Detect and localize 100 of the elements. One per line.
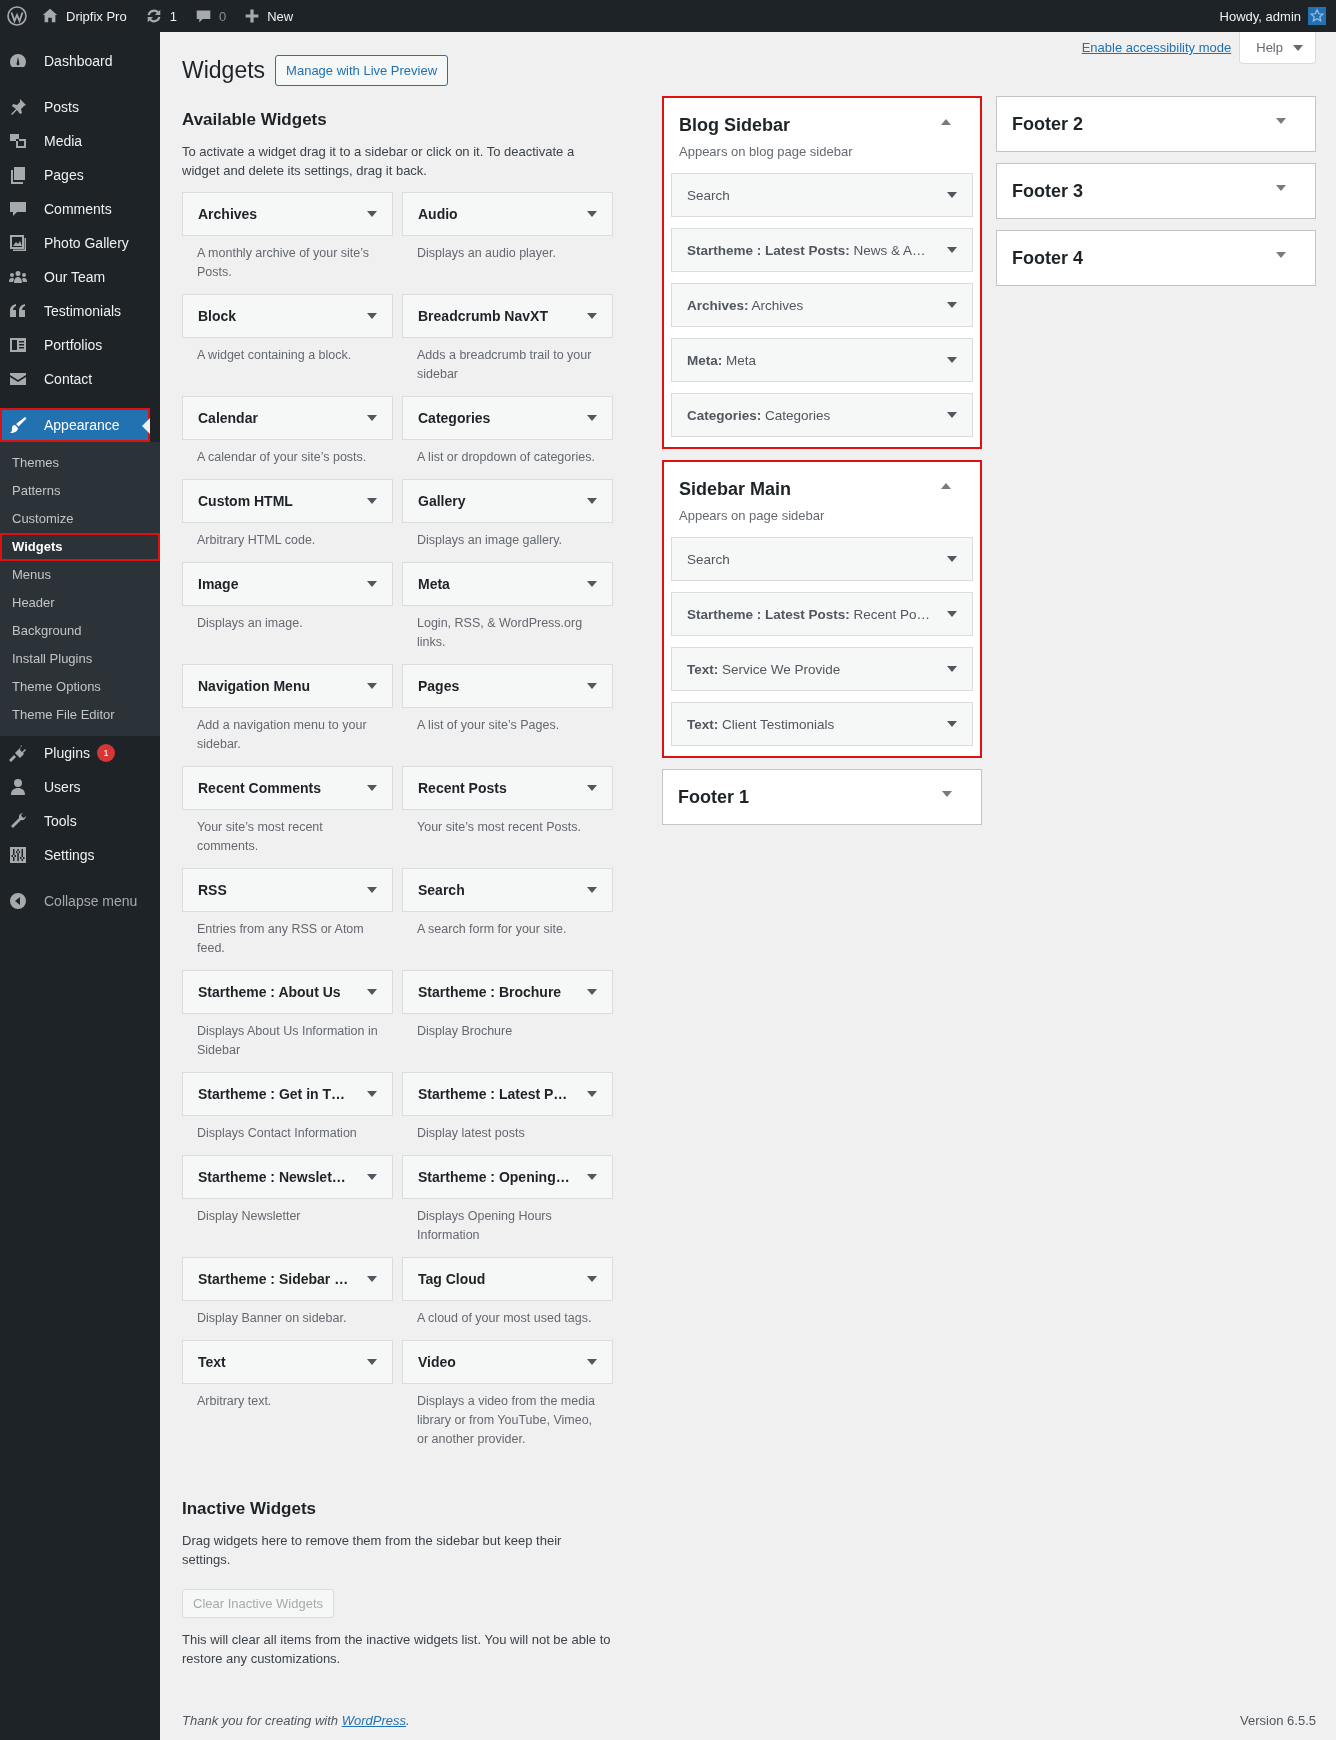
widget-item[interactable]: Startheme : Get in T… bbox=[182, 1072, 393, 1116]
widget-item[interactable]: Image bbox=[182, 562, 393, 606]
widget-description: Adds a breadcrumb trail to your sidebar bbox=[416, 347, 593, 383]
caret-down-icon[interactable] bbox=[1276, 252, 1286, 258]
widget-item[interactable]: Archives bbox=[182, 192, 393, 236]
widget-item[interactable]: Custom HTML bbox=[182, 479, 393, 523]
widget-name: Startheme : Sidebar … bbox=[198, 1271, 349, 1287]
caret-down-icon[interactable] bbox=[1276, 118, 1286, 124]
menu-item[interactable]: Photo Gallery bbox=[0, 226, 160, 260]
menu-item[interactable]: Dashboard bbox=[0, 44, 160, 78]
menu-item[interactable]: Media bbox=[0, 124, 160, 158]
widget-name: Navigation Menu bbox=[198, 678, 310, 694]
caret-up-icon[interactable] bbox=[941, 483, 951, 489]
widget-item[interactable]: Meta bbox=[402, 562, 613, 606]
widget-item[interactable]: Text: Service We Provide bbox=[671, 647, 973, 691]
submenu-item[interactable]: Customize bbox=[0, 505, 160, 533]
menu-item[interactable]: Settings bbox=[0, 838, 160, 872]
widget-name: Startheme : Newslet… bbox=[198, 1169, 346, 1185]
caret-icon bbox=[587, 989, 597, 995]
caret-icon bbox=[367, 989, 377, 995]
widget-item[interactable]: Pages bbox=[402, 664, 613, 708]
submenu-item[interactable]: Background bbox=[0, 617, 160, 645]
caret-up-icon[interactable] bbox=[941, 119, 951, 125]
menu-item[interactable]: Appearance bbox=[0, 408, 150, 442]
menu-item[interactable]: Contact bbox=[0, 362, 160, 396]
help-tab[interactable]: Help bbox=[1239, 32, 1316, 64]
widget-item[interactable]: Tag Cloud bbox=[402, 1257, 613, 1301]
widget-description: Displays Opening Hours Information bbox=[416, 1208, 553, 1244]
menu-item[interactable]: Our Team bbox=[0, 260, 160, 294]
submenu-item[interactable]: Themes bbox=[0, 449, 160, 477]
clear-note: This will clear all items from the inactive widgets list. You will not be able to restore any customizations. bbox=[182, 1631, 612, 1668]
widget-item[interactable]: Startheme : Latest Posts: Recent Po… bbox=[671, 592, 973, 636]
menu-item[interactable]: Pages bbox=[0, 158, 160, 192]
caret-icon bbox=[947, 611, 957, 617]
widget-item[interactable]: Startheme : Opening… bbox=[402, 1155, 613, 1199]
widget-item[interactable]: Categories: Categories bbox=[671, 393, 973, 437]
widget-item[interactable]: Categories bbox=[402, 396, 613, 440]
live-preview-button[interactable]: Manage with Live Preview bbox=[275, 55, 449, 86]
widget-item[interactable]: Text bbox=[182, 1340, 393, 1384]
updates-link[interactable]: 1 bbox=[144, 7, 177, 25]
submenu-item[interactable]: Theme File Editor bbox=[0, 701, 160, 729]
widget-item[interactable]: Startheme : Latest P… bbox=[402, 1072, 613, 1116]
logo-icon[interactable] bbox=[7, 6, 27, 26]
widget-item[interactable]: Startheme : About Us bbox=[182, 970, 393, 1014]
submenu-item[interactable]: Install Plugins bbox=[0, 645, 160, 673]
sliders-icon bbox=[8, 845, 28, 865]
menu-item[interactable]: Plugins 1 bbox=[0, 736, 160, 770]
menu-item[interactable]: Comments bbox=[0, 192, 160, 226]
widget-item[interactable]: Video bbox=[402, 1340, 613, 1384]
widget-name: Text: Service We Provide bbox=[687, 661, 841, 677]
widget-item[interactable]: Navigation Menu bbox=[182, 664, 393, 708]
widget-name: Startheme : Brochure bbox=[418, 984, 562, 1000]
greeting: Howdy, admin bbox=[1219, 8, 1301, 24]
widget-item[interactable]: Block bbox=[182, 294, 393, 338]
caret-down-icon[interactable] bbox=[942, 791, 952, 797]
widget-description: Displays an audio player. bbox=[416, 245, 557, 262]
account-link[interactable]: Howdy, admin bbox=[1219, 7, 1326, 25]
submenu-item[interactable]: Menus bbox=[0, 561, 160, 589]
new-link[interactable]: New bbox=[244, 8, 294, 24]
wordpress-link[interactable]: WordPress bbox=[341, 1713, 406, 1728]
widget-item[interactable]: Breadcrumb NavXT bbox=[402, 294, 613, 338]
widget-item[interactable]: Search bbox=[671, 173, 973, 217]
home-icon bbox=[41, 7, 59, 25]
site-name-link[interactable]: Dripfix Pro bbox=[41, 7, 127, 25]
menu-item[interactable]: Testimonials bbox=[0, 294, 160, 328]
caret-icon bbox=[367, 887, 377, 893]
widget-item[interactable]: RSS bbox=[182, 868, 393, 912]
comments-link[interactable]: 0 bbox=[194, 7, 227, 25]
widget-item[interactable]: Startheme : Newslet… bbox=[182, 1155, 393, 1199]
widget-item[interactable]: Recent Comments bbox=[182, 766, 393, 810]
widget-description: A search form for your site. bbox=[416, 921, 568, 938]
menu-item[interactable]: Users bbox=[0, 770, 160, 804]
widget-item[interactable]: Archives: Archives bbox=[671, 283, 973, 327]
widget-item[interactable]: Audio bbox=[402, 192, 613, 236]
caret-icon bbox=[947, 302, 957, 308]
widget-item[interactable]: Startheme : Latest Posts: News & A… bbox=[671, 228, 973, 272]
widget-item[interactable]: Text: Client Testimonials bbox=[671, 702, 973, 746]
widget-item[interactable]: Startheme : Sidebar … bbox=[182, 1257, 393, 1301]
menu-item[interactable]: Posts bbox=[0, 90, 160, 124]
accessibility-mode-link[interactable]: Enable accessibility mode bbox=[1081, 40, 1232, 55]
widget-description: A list or dropdown of categories. bbox=[416, 449, 596, 466]
widget-item[interactable]: Search bbox=[671, 537, 973, 581]
submenu-item[interactable]: Patterns bbox=[0, 477, 160, 505]
caret-down-icon[interactable] bbox=[1276, 185, 1286, 191]
widget-item[interactable]: Meta: Meta bbox=[671, 338, 973, 382]
submenu-item[interactable]: Theme Options bbox=[0, 673, 160, 701]
widget-item[interactable]: Search bbox=[402, 868, 613, 912]
caret-icon bbox=[587, 313, 597, 319]
menu-item[interactable]: Portfolios bbox=[0, 328, 160, 362]
submenu-item[interactable]: Widgets bbox=[0, 533, 160, 561]
submenu-item[interactable]: Header bbox=[0, 589, 160, 617]
collapse-menu-button[interactable]: Collapse menu bbox=[0, 884, 160, 918]
widget-item[interactable]: Recent Posts bbox=[402, 766, 613, 810]
caret-icon bbox=[367, 785, 377, 791]
menu-item[interactable]: Tools bbox=[0, 804, 160, 838]
widget-item[interactable]: Gallery bbox=[402, 479, 613, 523]
widget-item[interactable]: Startheme : Brochure bbox=[402, 970, 613, 1014]
widget-item[interactable]: Calendar bbox=[182, 396, 393, 440]
caret-icon bbox=[587, 683, 597, 689]
caret-icon bbox=[587, 211, 597, 217]
